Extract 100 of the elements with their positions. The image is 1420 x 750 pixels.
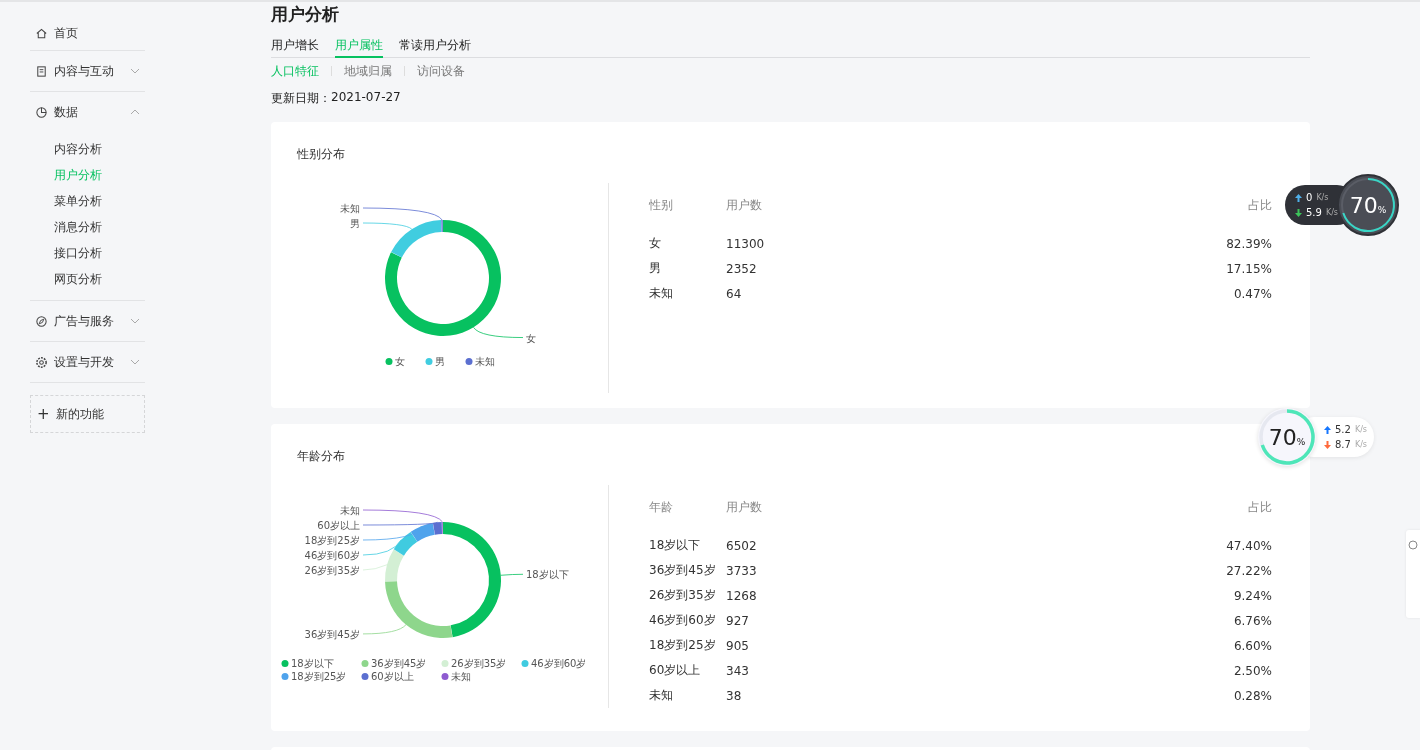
- table-cell-text: 46岁到60岁: [649, 612, 717, 629]
- table-cell-text: 2352: [726, 261, 758, 276]
- speed-unit: K/s: [1325, 208, 1338, 217]
- leader-line: [362, 564, 388, 571]
- table-cell: 2.50%: [1233, 663, 1272, 678]
- leader-line: [362, 624, 407, 635]
- chevron-icon: [130, 66, 140, 76]
- table-cell: 47.40%: [1226, 538, 1272, 553]
- gauge-dial[interactable]: 70%: [1258, 408, 1316, 466]
- column-header: 年龄: [649, 499, 674, 516]
- slice-label: 男: [350, 218, 360, 229]
- gauge-dial[interactable]: 70%: [1337, 174, 1399, 236]
- column-header: 占比: [1248, 499, 1272, 516]
- table-cell-text: 未知: [649, 285, 674, 302]
- slice-label: 未知: [340, 203, 360, 214]
- leader-line: [500, 573, 524, 576]
- table-cell-text: 18岁到25岁: [649, 637, 717, 654]
- table-cell-text: 6502: [726, 538, 758, 553]
- legend-label[interactable]: 未知: [475, 356, 495, 367]
- legend-label[interactable]: 18岁到25岁: [291, 671, 347, 682]
- slice-label: 18岁以下: [526, 569, 569, 581]
- download-speed: 8.7: [1335, 439, 1351, 450]
- slice-label: 36岁到45岁: [304, 628, 360, 640]
- slice-label: 18岁到25岁: [304, 535, 360, 546]
- table-cell: 17.15%: [1226, 261, 1272, 276]
- update-date: 2021-07-27: [331, 90, 401, 106]
- table-cell: 9.24%: [1233, 588, 1272, 603]
- table-cell: 0.47%: [1233, 286, 1272, 301]
- document-icon: [35, 64, 48, 78]
- table-cell-text: 男: [649, 260, 662, 277]
- gauge-ring-drawing: [1341, 178, 1395, 232]
- side-tab[interactable]: [1406, 530, 1420, 618]
- legend-label[interactable]: 女: [395, 356, 405, 367]
- upload-speed: 0: [1306, 192, 1313, 203]
- slice-label: 46岁到60岁: [304, 550, 360, 561]
- legend-label[interactable]: 未知: [451, 671, 471, 682]
- subtab[interactable]: 地域归属: [344, 62, 392, 80]
- table-cell-text: 36岁到45岁: [649, 562, 717, 579]
- table-cell-text: 26岁到35岁: [649, 587, 717, 604]
- card-title: 性别分布: [297, 146, 346, 163]
- slice-label: 26岁到35岁: [304, 565, 360, 576]
- table-cell-text: 11300: [726, 236, 766, 251]
- legend-label[interactable]: 46岁到60岁: [531, 658, 587, 669]
- arrow-down-icon: [1324, 440, 1331, 449]
- table-cell: 6.76%: [1233, 613, 1272, 628]
- sidebar-item[interactable]: 首页: [30, 16, 145, 51]
- legend-label[interactable]: 36岁到45岁: [371, 658, 427, 669]
- sidebar-subitem[interactable]: 网页分析: [30, 266, 145, 292]
- sidebar-subitem[interactable]: 菜单分析: [30, 188, 145, 214]
- table-cell-text: 343: [726, 663, 750, 678]
- update-label: 更新日期：: [271, 90, 331, 106]
- speed-unit: K/s: [1354, 425, 1367, 434]
- table-cell-text: 3733: [726, 563, 758, 578]
- sidebar-item[interactable]: 内容与互动: [30, 51, 145, 92]
- table-cell-text: 927: [726, 613, 750, 628]
- column-header: 性别: [649, 197, 674, 214]
- page-title: 用户分析: [271, 3, 340, 26]
- subtab[interactable]: 访问设备: [417, 62, 465, 80]
- tab[interactable]: 常读用户分析: [399, 37, 471, 56]
- table-cell: 82.39%: [1226, 236, 1272, 251]
- table-cell: 6.60%: [1233, 638, 1272, 653]
- sidebar-item[interactable]: 广告与服务: [30, 301, 145, 342]
- speed-unit: K/s: [1354, 440, 1367, 449]
- column-header: 用户数: [726, 499, 763, 516]
- home-icon: [35, 26, 48, 40]
- sidebar-subitem[interactable]: 内容分析: [30, 136, 145, 162]
- sidebar-item[interactable]: 数据: [30, 92, 145, 132]
- upload-speed: 5.2: [1335, 424, 1351, 435]
- arrow-up-icon: [1295, 193, 1302, 202]
- column-header: 用户数: [726, 197, 763, 214]
- new-feature-button[interactable]: + 新的功能: [30, 395, 145, 433]
- download-speed: 5.9: [1306, 207, 1322, 218]
- sidebar-item[interactable]: 设置与开发: [30, 342, 145, 383]
- sidebar-subitem[interactable]: 接口分析: [30, 240, 145, 266]
- slice-label: 未知: [340, 505, 360, 516]
- percent-text: 70%: [1349, 192, 1387, 218]
- table-cell-text: 905: [726, 638, 750, 653]
- slice-label: 60岁以上: [317, 520, 360, 531]
- table-cell: 0.28%: [1233, 688, 1272, 703]
- pie-chart-icon: [35, 105, 48, 119]
- legend-label[interactable]: 18岁以下: [291, 658, 334, 669]
- tab[interactable]: 用户增长: [271, 37, 319, 56]
- circle-icon: [1408, 540, 1418, 550]
- gear-icon: [35, 355, 48, 369]
- table-cell-text: 60岁以上: [649, 662, 702, 679]
- slice-label: 女: [526, 332, 536, 344]
- chevron-icon: [130, 316, 140, 326]
- arrow-up-icon: [1324, 425, 1331, 434]
- table-cell-text: 38: [726, 688, 743, 703]
- legend-label[interactable]: 男: [435, 356, 445, 367]
- speed-unit: K/s: [1316, 193, 1329, 202]
- sidebar-subitem[interactable]: 消息分析: [30, 214, 145, 240]
- compass-icon: [35, 314, 48, 328]
- legend-label[interactable]: 60岁以上: [371, 671, 414, 682]
- legend-label[interactable]: 26岁到35岁: [451, 658, 507, 669]
- chevron-icon: [130, 107, 140, 117]
- table-cell-text: 1268: [726, 588, 758, 603]
- arrow-down-icon: [1295, 208, 1302, 217]
- table-cell: 27.22%: [1226, 563, 1272, 578]
- column-header: 占比: [1248, 197, 1272, 214]
